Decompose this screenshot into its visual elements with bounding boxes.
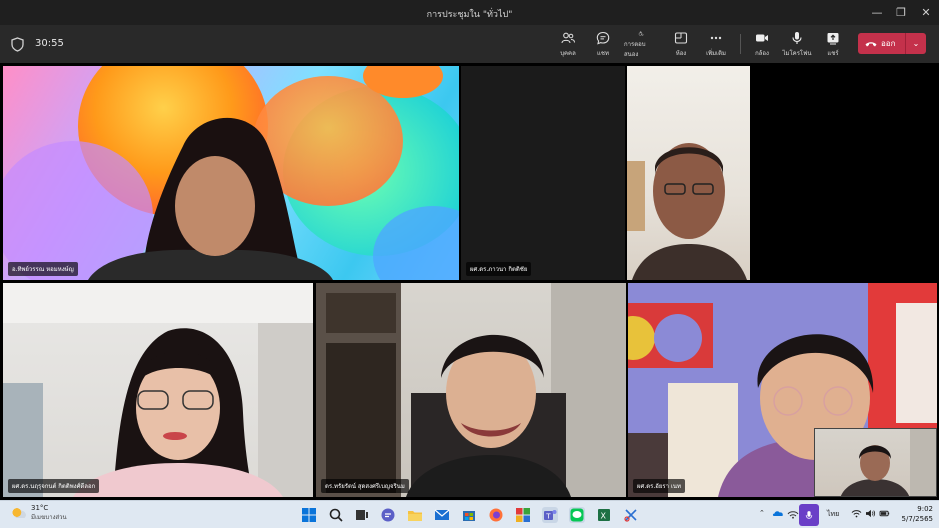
share-icon (827, 33, 839, 45)
teams-icon[interactable]: T (542, 507, 558, 523)
file-explorer-icon[interactable] (407, 507, 423, 523)
line-app-icon[interactable] (569, 507, 585, 523)
weather-condition: มีเมฆบางส่วน (31, 514, 67, 521)
weather-temp: 31°C (31, 504, 49, 512)
participant-video (627, 143, 747, 280)
chat-app-icon[interactable] (380, 507, 396, 523)
shield-icon (11, 37, 24, 52)
react-button[interactable]: การตอบสนอง (624, 29, 658, 59)
participant-name: ผศ.ดร.นฤรุจกนต์ กิตติพงศ์ดีลอก (8, 479, 100, 493)
camera-button[interactable]: กล้อง (745, 29, 779, 59)
more-label: เพิ่มเติม (706, 50, 726, 57)
participant-name: ดร.ทรัยรัตน์ สุดสงศรีเบญจรินม (321, 479, 409, 493)
search-icon[interactable] (328, 507, 344, 523)
firefox-icon[interactable] (488, 507, 504, 523)
chat-icon (596, 31, 610, 45)
participant-tile[interactable]: ดร.ทรัยรัตน์ สุดสงศรีเบญจรินม (316, 283, 626, 497)
react-icon (638, 31, 644, 36)
weather-widget[interactable]: 31°C มีเมฆบางส่วน (12, 504, 67, 522)
meeting-toolbar: 30:55 บุคคล แชท การตอบสนอง ห้อง เพิ่มเติ… (0, 25, 939, 63)
participant-name: ผศ.ดร.อัยรา เนท (633, 479, 685, 493)
chat-label: แชท (597, 50, 609, 57)
mic-label: ไมโครโฟน (782, 50, 812, 57)
onedrive-icon[interactable] (772, 509, 784, 519)
svg-text:X: X (601, 512, 607, 521)
people-icon (561, 32, 575, 44)
self-view[interactable] (814, 428, 937, 497)
wifi-icon[interactable] (851, 509, 862, 520)
snipping-tool-icon[interactable] (623, 507, 639, 523)
clock-time: 9:02 (917, 505, 933, 513)
clock-date: 5/7/2565 (901, 515, 933, 523)
meeting-timer: 30:55 (35, 38, 64, 49)
weather-icon (12, 508, 26, 518)
chat-button[interactable]: แชท (586, 29, 620, 59)
volume-icon[interactable] (865, 509, 876, 520)
participant-name: ผศ.ดร.ภาวนา กิตติชัย (466, 262, 532, 276)
chevron-up-icon[interactable]: ⌃ (759, 509, 765, 517)
app-grid-icon[interactable] (515, 507, 531, 523)
rooms-icon (674, 32, 688, 44)
react-label: การตอบสนอง (624, 41, 646, 58)
participant-name: อ.ทิพย์วรรณ หอมหงษ์ญ (8, 262, 78, 276)
leave-label: ออก (881, 39, 896, 48)
self-video (840, 429, 936, 496)
taskbar: 31°C มีเมฆบางส่วน T X ⌃ ไทย 9:02 5/7/256… (0, 500, 939, 528)
leave-button[interactable]: ออก ⌄ (858, 33, 926, 54)
balloon-background (3, 66, 459, 280)
mail-icon[interactable] (434, 507, 450, 523)
people-button[interactable]: บุคคล (551, 29, 585, 59)
share-button[interactable]: แชร์ (816, 29, 850, 59)
more-button[interactable]: เพิ่มเติม (699, 29, 733, 59)
network-tray-icon[interactable] (787, 509, 799, 521)
leave-main[interactable]: ออก (858, 33, 906, 54)
window-title-bar: การประชุมใน "ทั่วไป" — ❐ ✕ (0, 0, 939, 25)
phone-hangup-icon (865, 41, 877, 46)
chevron-down-icon[interactable]: ⌄ (906, 39, 926, 48)
mic-button[interactable]: ไมโครโฟน (780, 29, 814, 59)
participant-video (3, 283, 313, 497)
rooms-button[interactable]: ห้อง (664, 29, 698, 59)
language-indicator[interactable]: ไทย (827, 509, 839, 520)
people-label: บุคคล (560, 50, 576, 57)
mic-icon (792, 32, 802, 44)
start-icon[interactable] (301, 507, 317, 523)
battery-icon[interactable] (879, 509, 890, 520)
camera-label: กล้อง (755, 50, 769, 57)
toolbar-divider (740, 34, 741, 54)
participant-video (316, 283, 626, 497)
mic-tray-icon[interactable] (799, 504, 819, 526)
svg-text:T: T (545, 512, 551, 520)
participant-tile[interactable]: ผศ.ดร.ภาวนา กิตติชัย (461, 66, 625, 280)
participant-tile[interactable]: อ.ทิพย์วรรณ หอมหงษ์ญ (3, 66, 459, 280)
system-clock[interactable]: 9:02 5/7/2565 (893, 504, 933, 524)
participant-tile[interactable] (627, 66, 750, 280)
camera-icon (756, 34, 768, 42)
rooms-label: ห้อง (675, 50, 687, 57)
more-icon (710, 36, 722, 40)
task-view-icon[interactable] (354, 507, 370, 523)
share-label: แชร์ (827, 50, 839, 57)
window-title: การประชุมใน "ทั่วไป" (426, 10, 513, 20)
store-icon[interactable] (461, 507, 477, 523)
excel-icon[interactable]: X (596, 507, 612, 523)
participant-tile[interactable]: ผศ.ดร.นฤรุจกนต์ กิตติพงศ์ดีลอก (3, 283, 313, 497)
close-button[interactable]: ✕ (911, 0, 939, 25)
